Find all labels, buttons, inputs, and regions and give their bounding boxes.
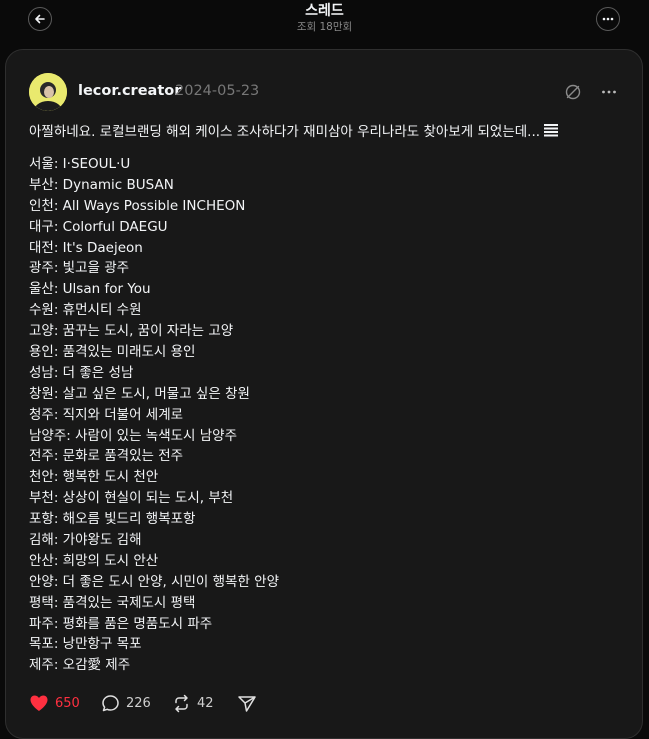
list-item: 고양: 꿈꾸는 도시, 꿈이 자라는 고양 — [29, 323, 234, 340]
like-count: 650 — [55, 695, 80, 711]
more-icon — [602, 90, 616, 94]
repost-count: 42 — [197, 695, 214, 711]
post-card: lecor.creator 2024-05-23 아찔하네요. 로컬브랜딩 해외… — [5, 49, 643, 739]
list-item: 파주: 평화를 품은 명품도시 파주 — [29, 615, 213, 632]
list-item: 목포: 낭만항구 목포 — [29, 636, 142, 653]
list-item: 남양주: 사람이 있는 녹색도시 남양주 — [29, 427, 238, 444]
list-item: 전주: 문화로 품격있는 전주 — [29, 448, 184, 465]
top-bar: 스레드 조회 18만회 — [0, 0, 649, 44]
grid-emoji-icon — [544, 124, 559, 137]
list-item: 울산: Ulsan for You — [29, 281, 151, 298]
list-item: 김해: 가야왕도 김해 — [29, 532, 142, 549]
comment-icon — [102, 694, 119, 711]
slogan-list: 서울: I·SEOUL·U 부산: Dynamic BUSAN 인천: All … — [29, 154, 279, 676]
reply-button[interactable]: 226 — [101, 693, 151, 713]
list-item: 평택: 품격있는 국제도시 평택 — [29, 594, 196, 611]
list-item: 안양: 더 좋은 도시 안양, 시민이 행복한 안양 — [29, 573, 280, 590]
post-more-button[interactable] — [600, 83, 618, 101]
repost-button[interactable]: 42 — [172, 693, 214, 713]
heart-icon — [30, 695, 48, 711]
post-intro: 아찔하네요. 로컬브랜딩 해외 케이스 조사하다가 재미삼아 우리나라도 찾아보… — [29, 122, 559, 143]
share-button[interactable] — [237, 693, 257, 713]
post-intro-text: 아찔하네요. 로컬브랜딩 해외 케이스 조사하다가 재미삼아 우리나라도 찾아보… — [29, 124, 541, 140]
view-count: 조회 18만회 — [296, 21, 353, 33]
no-translate-icon — [565, 84, 581, 100]
repost-icon — [175, 694, 188, 712]
header-titles: 스레드 조회 18만회 — [0, 2, 649, 34]
list-item: 인천: All Ways Possible INCHEON — [29, 197, 246, 214]
post-username[interactable]: lecor.creator — [78, 83, 181, 99]
like-button[interactable]: 650 — [29, 693, 80, 713]
list-item: 부산: Dynamic BUSAN — [29, 176, 174, 193]
avatar-image — [29, 73, 67, 111]
page-title: 스레드 — [305, 3, 344, 19]
list-item: 안산: 희망의 도시 안산 — [29, 552, 159, 569]
list-item: 수원: 휴먼시티 수원 — [29, 302, 142, 319]
post-date: 2024-05-23 — [175, 83, 260, 99]
more-options-button[interactable] — [596, 7, 620, 31]
list-item: 성남: 더 좋은 성남 — [29, 364, 134, 381]
list-item: 광주: 빛고을 광주 — [29, 260, 130, 277]
reply-count: 226 — [126, 695, 151, 711]
list-item: 창원: 살고 싶은 도시, 머물고 싶은 창원 — [29, 385, 250, 402]
avatar[interactable] — [29, 73, 67, 111]
list-item: 대구: Colorful DAEGU — [29, 218, 168, 235]
translate-button[interactable] — [564, 83, 582, 101]
list-item: 포항: 해오름 빛드리 행복포항 — [29, 511, 196, 528]
list-item: 서울: I·SEOUL·U — [29, 156, 131, 172]
list-item: 부천: 상상이 현실이 되는 도시, 부천 — [29, 490, 234, 507]
list-item: 청주: 직지와 더불어 세계로 — [29, 406, 184, 423]
list-item: 대전: It's Daejeon — [29, 239, 143, 256]
more-icon — [602, 17, 614, 21]
list-item: 천안: 행복한 도시 천안 — [29, 469, 159, 486]
list-item: 제주: 오감愛 제주 — [29, 657, 131, 674]
send-icon — [238, 695, 256, 712]
list-item: 용인: 품격있는 미래도시 용인 — [29, 344, 196, 361]
